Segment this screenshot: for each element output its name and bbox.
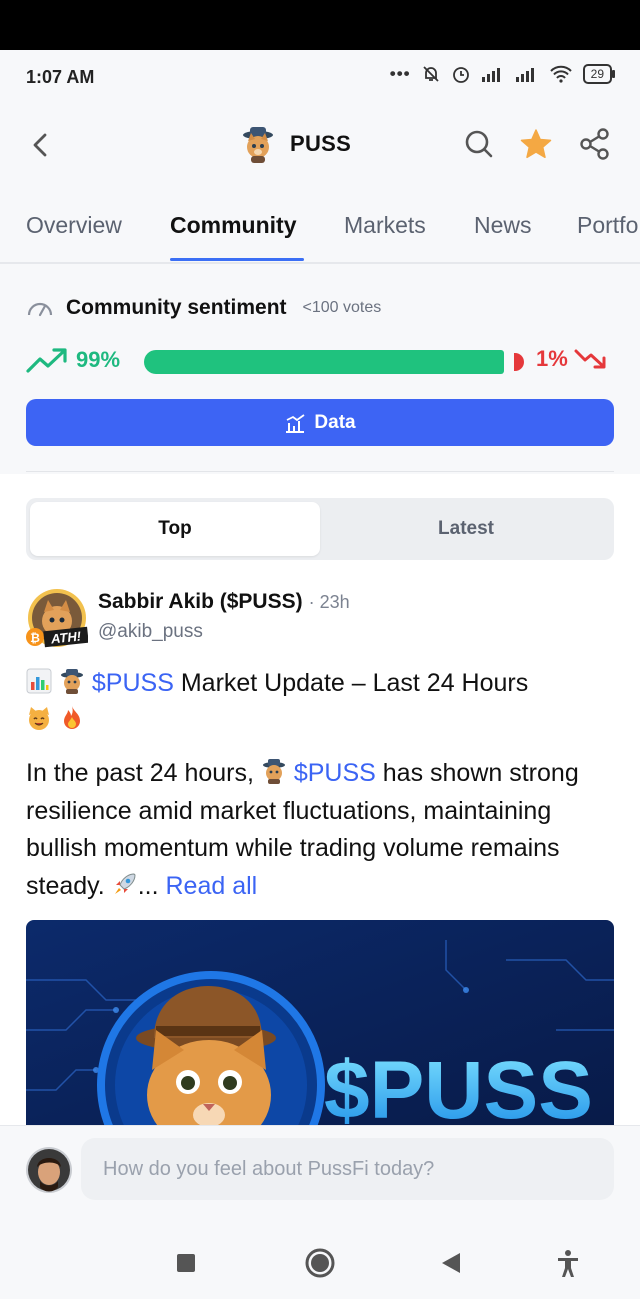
read-all-link[interactable]: Read all — [166, 872, 258, 900]
rocket-icon — [114, 872, 136, 894]
data-button[interactable]: Data — [26, 399, 614, 446]
accessibility-icon[interactable] — [550, 1245, 586, 1281]
segment-top[interactable]: Top — [30, 502, 320, 556]
tab-markets[interactable]: Markets — [344, 212, 426, 239]
bearish-percent: 1% — [536, 346, 606, 372]
tab-portfolio[interactable]: Portfo — [577, 212, 638, 239]
coin-tabs: Overview Community Markets News Portfo — [0, 190, 640, 264]
status-time: 1:07 AM — [26, 67, 95, 87]
bullish-percent: 99% — [26, 346, 120, 374]
bullish-bar-fill — [144, 350, 505, 374]
back-icon[interactable] — [26, 127, 56, 163]
author-row: Sabbir Akib ($PUSS) · 23h — [98, 590, 350, 614]
divider — [26, 471, 614, 472]
active-tab-indicator — [170, 258, 304, 261]
author-name[interactable]: Sabbir Akib ($PUSS) — [98, 590, 303, 614]
signal-icon — [481, 68, 500, 82]
bearish-percent-label: 1% — [536, 346, 568, 371]
signal-icon-2 — [515, 68, 534, 82]
trend-down-icon — [574, 349, 606, 369]
status-icons: ••• 29 — [389, 64, 616, 84]
author-handle: @akib_puss — [98, 621, 203, 642]
comment-bar — [0, 1125, 640, 1226]
star-icon[interactable] — [519, 127, 553, 161]
svg-text:₿: ₿ — [30, 631, 40, 645]
sentiment-header: Community sentiment <100 votes — [26, 296, 381, 320]
bullish-percent-label: 99% — [76, 347, 121, 372]
sentiment-bar — [144, 350, 524, 374]
ath-badge-text: ATH! — [49, 628, 82, 646]
puss-emoji-2 — [262, 759, 285, 784]
more-dots-icon: ••• — [389, 64, 411, 83]
bearish-bar-fill — [514, 353, 524, 371]
post-time: · 23h — [308, 592, 350, 612]
coin-name: PUSS — [290, 131, 352, 156]
comment-input[interactable] — [81, 1138, 614, 1200]
segment-latest[interactable]: Latest — [322, 502, 610, 556]
status-bar: 1:07 AM ••• 29 — [0, 50, 640, 105]
body-ticker-link[interactable]: $PUSS — [294, 759, 376, 787]
post-title: $PUSS Market Update – Last 24 Hours — [26, 665, 616, 739]
post-image[interactable]: $PUSS — [26, 920, 614, 1140]
author-avatar[interactable]: ₿ ATH! — [26, 588, 88, 650]
wifi-icon — [549, 65, 572, 83]
user-avatar[interactable] — [26, 1147, 72, 1193]
tab-news[interactable]: News — [474, 212, 532, 239]
gauge-icon — [27, 302, 53, 317]
sentiment-card: Community sentiment <100 votes 99% 1% Da… — [0, 264, 640, 474]
recents-icon[interactable] — [168, 1245, 204, 1281]
post-image-text: $PUSS — [324, 1045, 593, 1136]
ellipsis: ... — [137, 871, 159, 900]
muted-bell-icon — [423, 66, 439, 82]
alarm-icon — [452, 67, 469, 83]
body-pre: In the past 24 hours, — [26, 759, 261, 787]
app-header: PUSS — [0, 105, 640, 183]
sentiment-votes: <100 votes — [302, 299, 382, 316]
share-icon[interactable] — [578, 127, 612, 161]
puss-logo — [243, 127, 273, 163]
back-nav-icon[interactable] — [433, 1245, 469, 1281]
puss-emoji — [60, 669, 83, 694]
tab-overview[interactable]: Overview — [26, 212, 122, 239]
title-ticker-link[interactable]: $PUSS — [92, 669, 174, 697]
search-icon[interactable] — [462, 127, 496, 161]
post-image-art: $PUSS — [26, 920, 614, 1140]
tab-community[interactable]: Community — [170, 212, 297, 239]
title-text: Market Update – Last 24 Hours — [173, 669, 529, 697]
feed-segmented-control: Top Latest — [26, 498, 614, 560]
coin-title: PUSS — [240, 125, 351, 163]
fire-emoji — [63, 706, 80, 729]
battery-icon: 29 — [582, 64, 616, 84]
system-nav-bar — [0, 1225, 640, 1299]
data-button-label: Data — [314, 411, 356, 433]
post-body: In the past 24 hours, $PUSS has shown st… — [26, 755, 616, 905]
bar-chart-emoji — [26, 668, 52, 694]
cat-emoji — [29, 707, 49, 730]
top-black-band — [0, 0, 640, 50]
home-icon[interactable] — [302, 1245, 338, 1281]
sentiment-title: Community sentiment — [66, 296, 287, 319]
trend-up-icon — [26, 348, 67, 373]
chart-icon — [286, 413, 305, 433]
